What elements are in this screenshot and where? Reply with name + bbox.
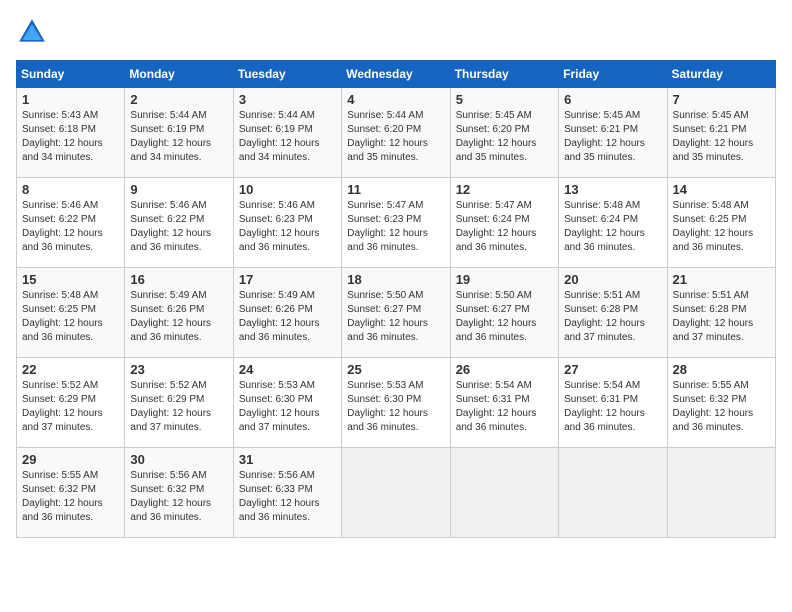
page-header [16, 16, 776, 48]
table-row: 7Sunrise: 5:45 AM Sunset: 6:21 PM Daylig… [667, 88, 775, 178]
table-row [450, 448, 558, 538]
table-row: 20Sunrise: 5:51 AM Sunset: 6:28 PM Dayli… [559, 268, 667, 358]
header-friday: Friday [559, 61, 667, 88]
table-row: 9Sunrise: 5:46 AM Sunset: 6:22 PM Daylig… [125, 178, 233, 268]
table-row [559, 448, 667, 538]
table-row: 13Sunrise: 5:48 AM Sunset: 6:24 PM Dayli… [559, 178, 667, 268]
table-row: 25Sunrise: 5:53 AM Sunset: 6:30 PM Dayli… [342, 358, 450, 448]
table-row: 14Sunrise: 5:48 AM Sunset: 6:25 PM Dayli… [667, 178, 775, 268]
table-row [342, 448, 450, 538]
table-row: 23Sunrise: 5:52 AM Sunset: 6:29 PM Dayli… [125, 358, 233, 448]
header-sunday: Sunday [17, 61, 125, 88]
table-row: 24Sunrise: 5:53 AM Sunset: 6:30 PM Dayli… [233, 358, 341, 448]
table-row: 6Sunrise: 5:45 AM Sunset: 6:21 PM Daylig… [559, 88, 667, 178]
calendar-week-4: 29Sunrise: 5:55 AM Sunset: 6:32 PM Dayli… [17, 448, 776, 538]
table-row: 15Sunrise: 5:48 AM Sunset: 6:25 PM Dayli… [17, 268, 125, 358]
table-row: 12Sunrise: 5:47 AM Sunset: 6:24 PM Dayli… [450, 178, 558, 268]
table-row: 11Sunrise: 5:47 AM Sunset: 6:23 PM Dayli… [342, 178, 450, 268]
header-wednesday: Wednesday [342, 61, 450, 88]
calendar-table: SundayMondayTuesdayWednesdayThursdayFrid… [16, 60, 776, 538]
table-row: 16Sunrise: 5:49 AM Sunset: 6:26 PM Dayli… [125, 268, 233, 358]
table-row: 31Sunrise: 5:56 AM Sunset: 6:33 PM Dayli… [233, 448, 341, 538]
header-monday: Monday [125, 61, 233, 88]
table-row: 18Sunrise: 5:50 AM Sunset: 6:27 PM Dayli… [342, 268, 450, 358]
table-row: 3Sunrise: 5:44 AM Sunset: 6:19 PM Daylig… [233, 88, 341, 178]
calendar-week-0: 1Sunrise: 5:43 AM Sunset: 6:18 PM Daylig… [17, 88, 776, 178]
table-row: 21Sunrise: 5:51 AM Sunset: 6:28 PM Dayli… [667, 268, 775, 358]
calendar-week-1: 8Sunrise: 5:46 AM Sunset: 6:22 PM Daylig… [17, 178, 776, 268]
logo-icon [16, 16, 48, 48]
table-row: 10Sunrise: 5:46 AM Sunset: 6:23 PM Dayli… [233, 178, 341, 268]
table-row: 2Sunrise: 5:44 AM Sunset: 6:19 PM Daylig… [125, 88, 233, 178]
table-row [667, 448, 775, 538]
table-row: 17Sunrise: 5:49 AM Sunset: 6:26 PM Dayli… [233, 268, 341, 358]
table-row: 28Sunrise: 5:55 AM Sunset: 6:32 PM Dayli… [667, 358, 775, 448]
table-row: 22Sunrise: 5:52 AM Sunset: 6:29 PM Dayli… [17, 358, 125, 448]
table-row: 5Sunrise: 5:45 AM Sunset: 6:20 PM Daylig… [450, 88, 558, 178]
table-row: 8Sunrise: 5:46 AM Sunset: 6:22 PM Daylig… [17, 178, 125, 268]
header-thursday: Thursday [450, 61, 558, 88]
calendar-header-row: SundayMondayTuesdayWednesdayThursdayFrid… [17, 61, 776, 88]
table-row: 29Sunrise: 5:55 AM Sunset: 6:32 PM Dayli… [17, 448, 125, 538]
header-tuesday: Tuesday [233, 61, 341, 88]
logo [16, 16, 54, 48]
calendar-week-2: 15Sunrise: 5:48 AM Sunset: 6:25 PM Dayli… [17, 268, 776, 358]
table-row: 19Sunrise: 5:50 AM Sunset: 6:27 PM Dayli… [450, 268, 558, 358]
table-row: 30Sunrise: 5:56 AM Sunset: 6:32 PM Dayli… [125, 448, 233, 538]
header-saturday: Saturday [667, 61, 775, 88]
table-row: 27Sunrise: 5:54 AM Sunset: 6:31 PM Dayli… [559, 358, 667, 448]
calendar-week-3: 22Sunrise: 5:52 AM Sunset: 6:29 PM Dayli… [17, 358, 776, 448]
table-row: 1Sunrise: 5:43 AM Sunset: 6:18 PM Daylig… [17, 88, 125, 178]
table-row: 26Sunrise: 5:54 AM Sunset: 6:31 PM Dayli… [450, 358, 558, 448]
table-row: 4Sunrise: 5:44 AM Sunset: 6:20 PM Daylig… [342, 88, 450, 178]
